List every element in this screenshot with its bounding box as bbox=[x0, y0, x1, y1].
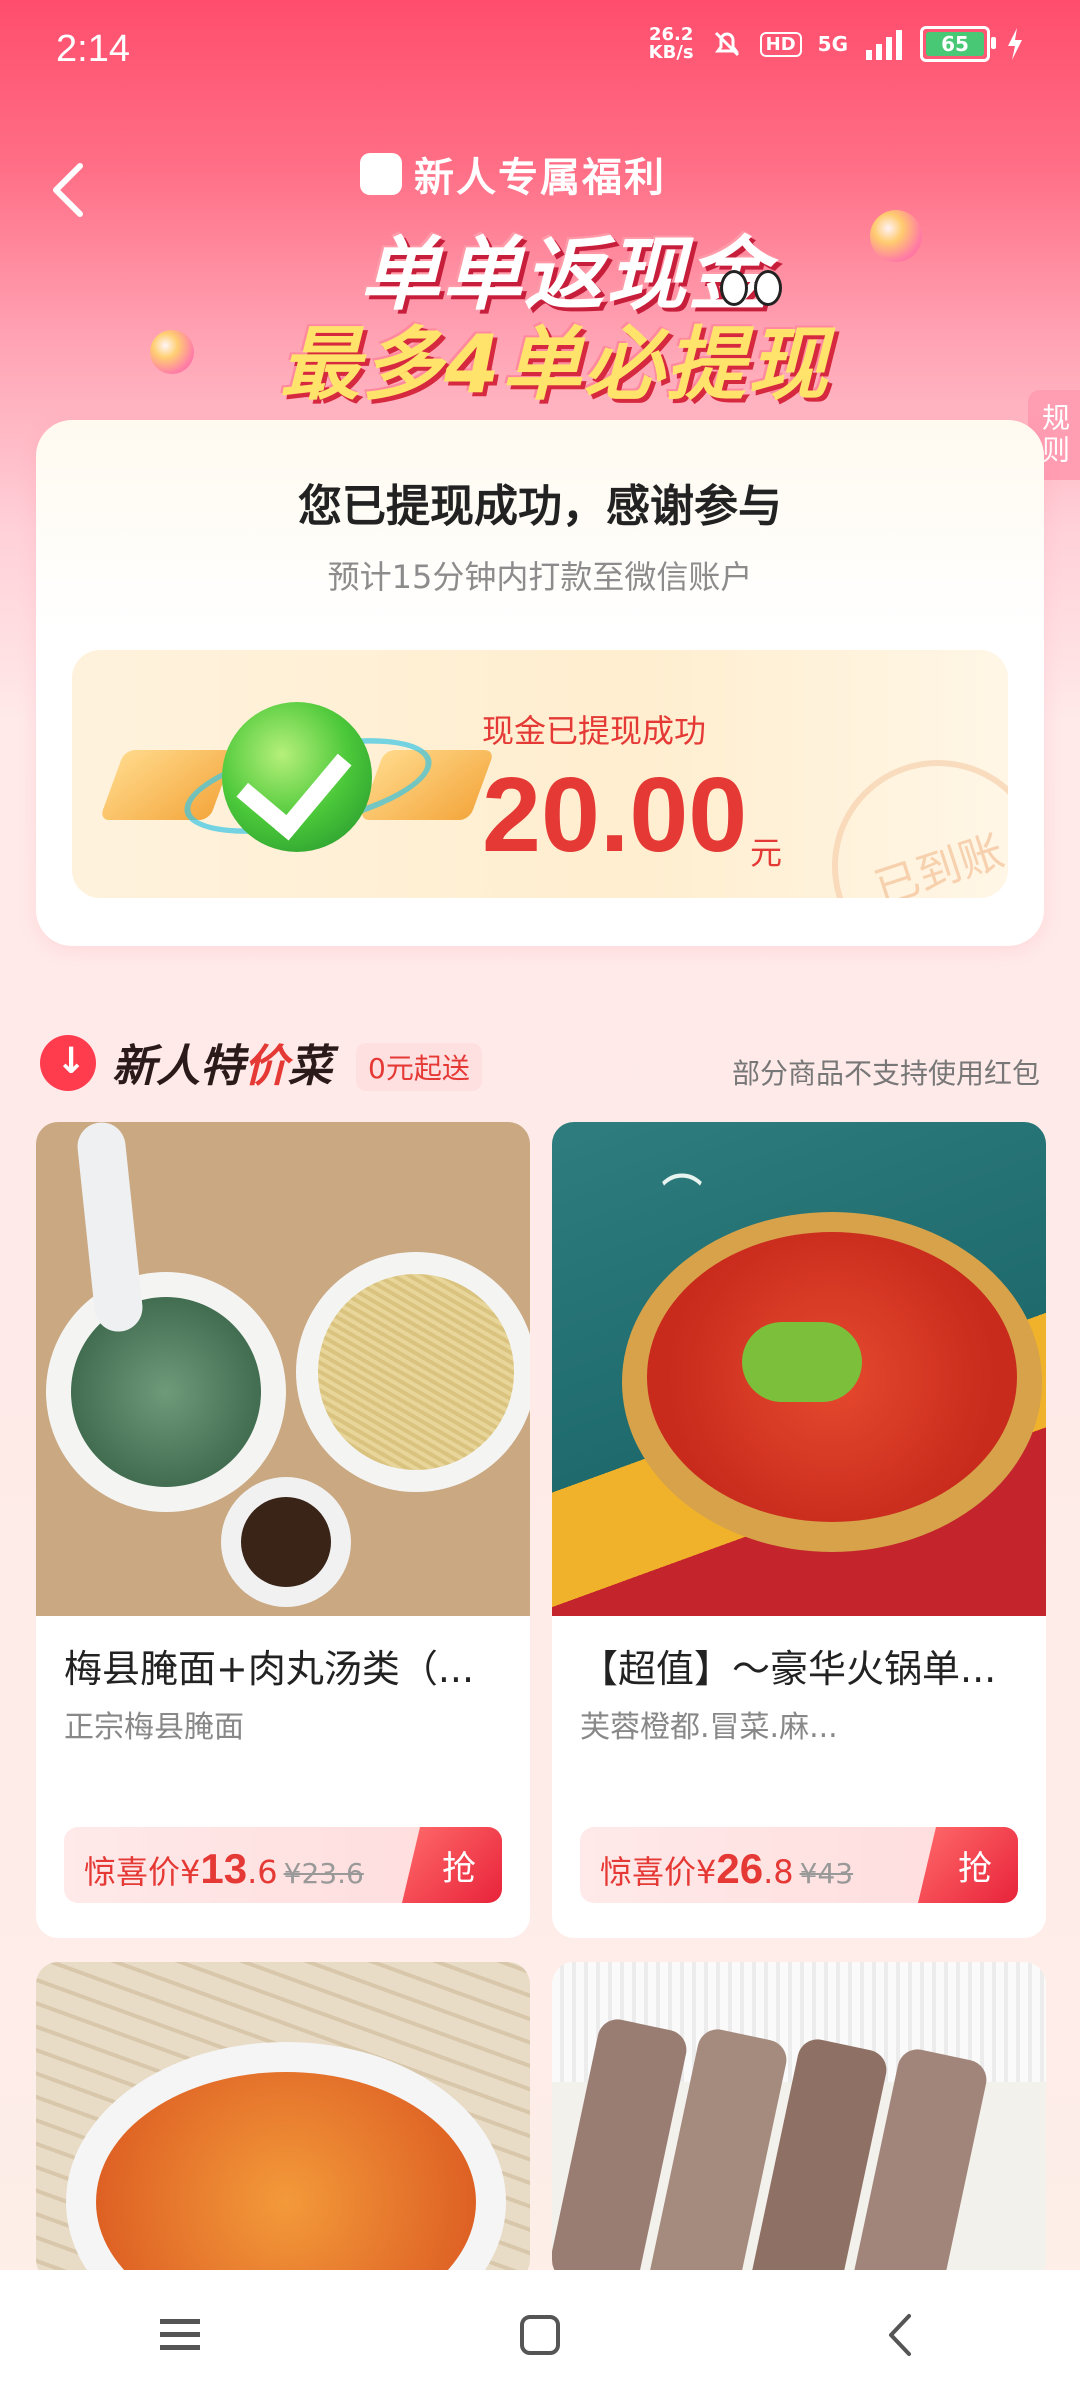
product-card[interactable] bbox=[552, 1962, 1046, 2282]
sauce bbox=[241, 1497, 331, 1587]
network-type: 5G bbox=[817, 32, 848, 56]
status-icons: 26.2 KB/s HD 5G 65 bbox=[649, 26, 1024, 62]
price: 惊喜价¥13.6 ¥23.6 bbox=[84, 1845, 364, 1893]
grab-button[interactable]: 抢 bbox=[918, 1827, 1018, 1903]
cash-label: 现金已提现成功 bbox=[482, 712, 707, 750]
section-title-part1: 新人特 bbox=[112, 1041, 244, 1092]
success-subtext: 预计15分钟内打款至微信账户 bbox=[327, 558, 753, 596]
battery-icon: 65 bbox=[920, 26, 996, 62]
product-name: 【超值】～豪华火锅单... bbox=[580, 1647, 997, 1691]
original-price: ¥23.6 bbox=[283, 1857, 364, 1890]
received-stamp: 已到账 bbox=[804, 732, 1008, 898]
product-card[interactable]: ⌒ 【超值】～豪华火锅单... 芙蓉橙都.冒菜.麻... 惊喜价¥26.8 ¥43… bbox=[552, 1122, 1046, 1938]
product-image[interactable]: ⌒ bbox=[552, 1122, 1046, 1616]
cash-amount: 20.00 bbox=[482, 756, 748, 874]
min-order-tag: 0元起送 bbox=[356, 1043, 482, 1091]
success-heading: 您已提现成功，感谢参与 bbox=[298, 481, 782, 532]
section-title-part3: 菜 bbox=[288, 1041, 332, 1092]
mute-bell-icon bbox=[714, 31, 739, 57]
price-bar: 惊喜价¥13.6 ¥23.6 抢 bbox=[64, 1827, 502, 1903]
decor-ball-icon bbox=[870, 210, 922, 262]
battery-level: 65 bbox=[926, 32, 984, 56]
signal-icon bbox=[866, 30, 902, 60]
shop-name: 芙蓉橙都.冒菜.麻... bbox=[580, 1710, 838, 1745]
success-check-icon bbox=[222, 702, 372, 852]
product-image[interactable] bbox=[36, 1962, 530, 2282]
soup bbox=[71, 1297, 261, 1487]
price-dec: .6 bbox=[247, 1853, 278, 1891]
section-title-part2: 价 bbox=[244, 1041, 288, 1092]
menu-icon bbox=[160, 2319, 200, 2350]
product-card[interactable] bbox=[36, 1962, 530, 2282]
home-button[interactable] bbox=[440, 2313, 640, 2357]
speed-unit: KB/s bbox=[648, 42, 694, 63]
status-time: 2:14 bbox=[56, 28, 130, 70]
gift-icon bbox=[360, 153, 402, 195]
download-badge-icon bbox=[40, 1035, 96, 1091]
withdraw-success-card: 您已提现成功，感谢参与 预计15分钟内打款至微信账户 现金已提现成功 20.00… bbox=[36, 420, 1044, 946]
decor-coin-icon bbox=[150, 330, 194, 374]
shop-name: 正宗梅县腌面 bbox=[64, 1710, 244, 1745]
nav-back-button[interactable] bbox=[800, 2312, 1000, 2358]
product-image[interactable] bbox=[36, 1122, 530, 1616]
banner-title: 新人专属福利 bbox=[360, 145, 666, 203]
greens bbox=[742, 1322, 862, 1402]
price-label: 惊喜价¥ bbox=[84, 1853, 201, 1891]
back-arrow-icon[interactable] bbox=[48, 160, 88, 220]
banner-headline-2: 最多4单必提现 bbox=[280, 318, 830, 411]
price-dec: .8 bbox=[763, 1853, 794, 1891]
price-int: 13 bbox=[200, 1845, 248, 1892]
network-speed: 26.2 KB/s bbox=[649, 26, 694, 62]
product-name: 梅县腌面+肉丸汤类（... bbox=[64, 1647, 475, 1691]
banner-title-text: 新人专属福利 bbox=[414, 155, 666, 201]
grab-button[interactable]: 抢 bbox=[402, 1827, 502, 1903]
status-bar: 2:14 26.2 KB/s HD 5G 65 bbox=[0, 0, 1080, 100]
noodles bbox=[318, 1274, 514, 1470]
mascot-eyes-icon bbox=[720, 270, 782, 306]
cash-unit: 元 bbox=[750, 834, 783, 872]
original-price: ¥43 bbox=[799, 1857, 854, 1890]
price-int: 26 bbox=[716, 1845, 764, 1892]
price-bar: 惊喜价¥26.8 ¥43 抢 bbox=[580, 1827, 1018, 1903]
price: 惊喜价¥26.8 ¥43 bbox=[600, 1845, 853, 1893]
brand-watermark: ⌒ bbox=[662, 1172, 702, 1218]
charging-icon bbox=[1008, 28, 1022, 60]
cash-panel: 现金已提现成功 20.00 元 已到账 bbox=[72, 650, 1008, 898]
home-square-icon bbox=[520, 2315, 560, 2355]
section-note: 部分商品不支持使用红包 bbox=[731, 1057, 1040, 1090]
section-title: 新人特价菜 bbox=[112, 1030, 332, 1094]
system-nav-bar bbox=[0, 2270, 1080, 2400]
price-label: 惊喜价¥ bbox=[600, 1853, 717, 1891]
product-image[interactable] bbox=[552, 1962, 1046, 2282]
nav-back-icon bbox=[889, 2314, 911, 2356]
product-card[interactable]: 梅县腌面+肉丸汤类（... 正宗梅县腌面 惊喜价¥13.6 ¥23.6 抢 bbox=[36, 1122, 530, 1938]
hd-badge: HD bbox=[759, 31, 802, 57]
menu-button[interactable] bbox=[80, 2315, 280, 2355]
